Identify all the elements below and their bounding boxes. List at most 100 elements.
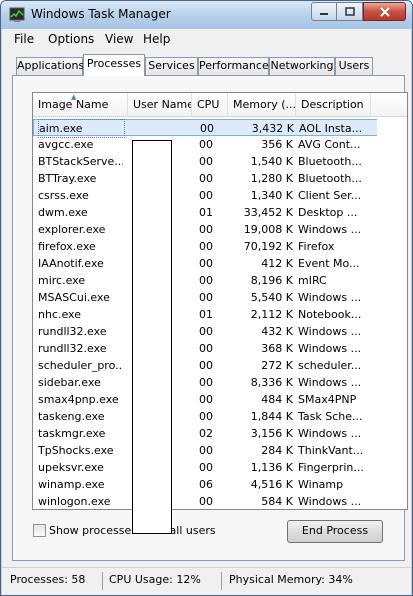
status-cpu-usage: CPU Usage: 12% <box>109 573 201 586</box>
end-process-button[interactable]: End Process <box>287 520 383 543</box>
process-name: BTTray.exe <box>38 172 97 185</box>
process-list[interactable]: ▲ Image Name User Name CPU Memory (... D… <box>32 92 408 510</box>
tab-users[interactable]: Users <box>335 57 373 75</box>
process-description: SMax4PNP <box>298 393 357 406</box>
table-row[interactable]: firefox.exe 00 70,192 K Firefox <box>33 238 407 255</box>
process-memory: 284 K <box>261 444 293 457</box>
process-name: scheduler_pro... <box>38 359 123 372</box>
menu-view[interactable]: View <box>105 32 133 46</box>
tab-applications[interactable]: Applications <box>16 57 84 75</box>
table-row[interactable]: BTTray.exe 00 1,280 K Bluetooth... <box>33 170 407 187</box>
process-description: Windows ... <box>298 495 362 508</box>
table-row[interactable]: csrss.exe 00 1,340 K Client Ser... <box>33 187 407 204</box>
minimize-button[interactable] <box>311 2 337 21</box>
column-image-name[interactable]: ▲ Image Name <box>33 93 128 117</box>
process-cpu: 00 <box>199 393 213 406</box>
process-name: TpShocks.exe <box>38 444 114 457</box>
process-name: smax4pnp.exe <box>38 393 119 406</box>
table-row[interactable]: IAAnotif.exe 00 412 K Event Mo... <box>33 255 407 272</box>
status-bar: Processes: 58 CPU Usage: 12% Physical Me… <box>2 567 411 595</box>
process-description: scheduler... <box>298 359 362 372</box>
maximize-button[interactable] <box>337 2 363 21</box>
table-row[interactable]: TpShocks.exe 00 284 K ThinkVant... <box>33 442 407 459</box>
process-description: Firefox <box>298 240 335 253</box>
menu-file[interactable]: File <box>14 32 34 46</box>
process-memory: 4,516 K <box>250 478 293 491</box>
process-memory: 5,540 K <box>250 291 293 304</box>
process-name: MSASCui.exe <box>38 291 110 304</box>
process-cpu: 00 <box>199 138 213 151</box>
process-memory: 2,112 K <box>250 308 293 321</box>
process-description: mIRC <box>298 274 327 287</box>
menu-options[interactable]: Options <box>48 32 94 46</box>
process-cpu: 00 <box>199 376 213 389</box>
client-area: Applications Processes Services Performa… <box>2 49 411 567</box>
process-name: nhc.exe <box>38 308 82 321</box>
table-row[interactable]: dwm.exe 01 33,452 K Desktop ... <box>33 204 407 221</box>
process-name: rundll32.exe <box>38 342 107 355</box>
process-description: Task Sche... <box>298 410 363 423</box>
process-cpu: 00 <box>199 325 213 338</box>
process-cpu: 00 <box>199 155 213 168</box>
process-description: AOL Insta... <box>299 122 363 135</box>
table-row[interactable]: rundll32.exe 00 368 K Windows ... <box>33 340 407 357</box>
process-cpu: 00 <box>199 410 213 423</box>
table-row[interactable]: upeksvr.exe 00 1,136 K Fingerprin... <box>33 459 407 476</box>
process-description: Windows ... <box>298 427 362 440</box>
process-memory: 1,844 K <box>250 410 293 423</box>
table-row[interactable]: mirc.exe 00 8,196 K mIRC <box>33 272 407 289</box>
redacted-user-column <box>132 140 172 534</box>
process-description: Windows ... <box>298 223 362 236</box>
menu-help[interactable]: Help <box>143 32 170 46</box>
column-user-name[interactable]: User Name <box>128 93 192 117</box>
column-cpu[interactable]: CPU <box>192 93 228 117</box>
table-row[interactable]: scheduler_pro... 00 272 K scheduler... <box>33 357 407 374</box>
table-row[interactable]: taskmgr.exe 02 3,156 K Windows ... <box>33 425 407 442</box>
process-name: mirc.exe <box>38 274 86 287</box>
table-row[interactable]: avgcc.exe 00 356 K AVG Cont... <box>33 136 407 153</box>
process-cpu: 00 <box>199 274 213 287</box>
table-row[interactable]: BTStackServe... 00 1,540 K Bluetooth... <box>33 153 407 170</box>
task-manager-icon <box>9 7 25 22</box>
title-bar[interactable]: Windows Task Manager <box>1 1 412 29</box>
window-title: Windows Task Manager <box>31 7 171 21</box>
column-description[interactable]: Description <box>296 93 371 117</box>
process-cpu: 00 <box>199 291 213 304</box>
table-row[interactable]: taskeng.exe 00 1,844 K Task Sche... <box>33 408 407 425</box>
show-all-users-checkbox[interactable] <box>33 524 46 537</box>
table-row[interactable]: rundll32.exe 00 432 K Windows ... <box>33 323 407 340</box>
process-cpu: 00 <box>199 444 213 457</box>
table-row[interactable]: winamp.exe 06 4,516 K Winamp <box>33 476 407 493</box>
table-row[interactable]: MSASCui.exe 00 5,540 K Windows ... <box>33 289 407 306</box>
minimize-icon <box>320 12 328 15</box>
column-memory[interactable]: Memory (... <box>228 93 296 117</box>
tab-performance[interactable]: Performance <box>198 57 269 75</box>
maximize-icon <box>344 7 355 16</box>
process-cpu: 00 <box>199 240 213 253</box>
process-memory: 432 K <box>261 325 293 338</box>
process-memory: 8,336 K <box>250 376 293 389</box>
process-memory: 356 K <box>261 138 293 151</box>
tab-networking[interactable]: Networking <box>269 57 335 75</box>
processes-panel: ▲ Image Name User Name CPU Memory (... D… <box>12 75 408 561</box>
process-cpu: 00 <box>200 122 214 135</box>
table-row[interactable]: aim.exe 00 3,432 K AOL Insta... <box>33 119 407 138</box>
process-name: winamp.exe <box>38 478 105 491</box>
process-name: avgcc.exe <box>38 138 94 151</box>
table-row[interactable]: explorer.exe 00 19,008 K Windows ... <box>33 221 407 238</box>
process-description: Windows ... <box>298 342 362 355</box>
tab-processes[interactable]: Processes <box>83 54 145 76</box>
process-name: aim.exe <box>38 119 125 138</box>
process-name: taskmgr.exe <box>38 427 106 440</box>
tab-services[interactable]: Services <box>145 57 198 75</box>
table-row[interactable]: winlogon.exe 00 584 K Windows ... <box>33 493 407 509</box>
table-row[interactable]: sidebar.exe 00 8,336 K Windows ... <box>33 374 407 391</box>
process-description: ThinkVant... <box>298 444 364 457</box>
table-row[interactable]: smax4pnp.exe 00 484 K SMax4PNP <box>33 391 407 408</box>
process-description: Bluetooth... <box>298 155 362 168</box>
process-memory: 33,452 K <box>243 206 293 219</box>
process-memory: 70,192 K <box>243 240 293 253</box>
close-button[interactable] <box>363 2 406 21</box>
process-name: taskeng.exe <box>38 410 105 423</box>
table-row[interactable]: nhc.exe 01 2,112 K Notebook... <box>33 306 407 323</box>
